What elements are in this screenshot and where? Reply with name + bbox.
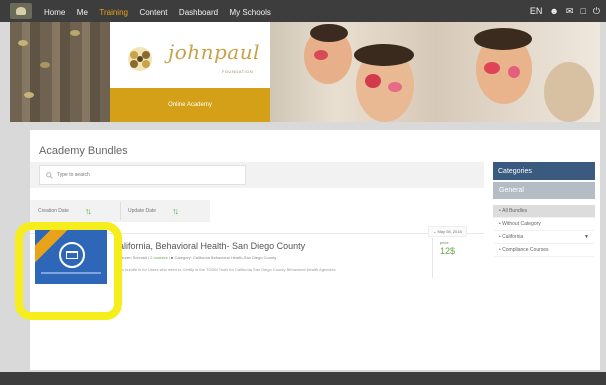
color-powder [365,74,381,88]
price-divider [432,238,433,278]
sort-creation-label: Creation Date [38,208,69,214]
nav-my-schools[interactable]: My Schools [230,8,271,17]
main-menu: Home Me Training Content Dashboard My Sc… [44,2,278,20]
children-photo [270,22,600,122]
online-academy-label: Online Academy [110,88,270,122]
search-box[interactable] [39,165,246,185]
category-label: Compliance Courses [502,247,549,253]
color-powder [314,50,328,60]
color-powder [484,62,500,74]
nav-training[interactable]: Training [99,8,128,17]
nav-me[interactable]: Me [77,8,88,17]
course-title[interactable]: alifornia, Behavioral Health- San Diego … [119,241,305,251]
hero-banner: johnpaul FOUNDATION Online Academy [10,22,600,122]
category-icon: ■ [170,255,174,260]
background-figure [544,62,594,122]
mail-icon[interactable]: ✉ [566,6,574,17]
child-hair [354,44,414,66]
nav-content[interactable]: Content [139,8,167,17]
top-nav: Home Me Training Content Dashboard My Sc… [0,0,606,22]
category-compliance-courses[interactable]: • Compliance Courses [493,244,595,257]
page-footer [0,372,606,385]
chat-icon[interactable]: □ [580,6,585,16]
foundation-wordmark: johnpaul [168,40,261,64]
course-count[interactable]: 2 courses [150,255,167,260]
course-date-text: May 08, 2018 [437,229,462,234]
category-california[interactable]: • California ▼ [493,231,595,244]
caret-down-icon[interactable]: ▼ [584,234,589,240]
category-label: All Bundles [502,208,528,214]
child-hair [474,28,532,50]
leaf-decoration [24,92,34,98]
sort-arrows-icon[interactable]: ↑↓ [172,206,179,216]
foundation-logo-card: johnpaul FOUNDATION Online Academy [110,22,270,122]
color-powder [388,82,402,92]
users-icon[interactable]: ☻ [549,6,558,16]
category-label: California [502,234,524,240]
course-description: s bundle is for Users who need to Certif… [122,267,337,272]
sort-arrows-icon[interactable]: ↑↓ [85,206,92,216]
course-meta: Lauren Schmidt | 2 courses | ■ Category:… [119,255,277,260]
categories-header: Categories [493,162,595,180]
category-without-category[interactable]: • Without Category [493,218,595,231]
course-date: ⌄ May 08, 2018 [428,226,467,237]
highlight-annotation [15,222,122,320]
course-category: Category: California Behavioral Health-S… [174,255,277,260]
category-label: Without Category [502,221,541,227]
sort-update-date[interactable]: Update Date ↑↓ [120,206,210,216]
leaf-decoration [40,62,50,68]
power-icon[interactable]: ⏻ [593,6,600,17]
color-powder [508,66,520,78]
search-input[interactable] [57,172,237,178]
sort-update-label: Update Date [128,208,157,214]
page-title: Academy Bundles [39,145,128,157]
sort-creation-date[interactable]: Creation Date ↑↓ [30,206,120,216]
category-all-bundles[interactable]: • All Bundles [493,205,595,218]
leaf-decoration [18,40,28,46]
course-author[interactable]: Lauren Schmidt [119,255,147,260]
logo-mark [16,7,26,15]
language-selector[interactable]: EN [530,6,543,16]
child-hair [310,24,348,42]
search-icon [46,171,53,179]
nav-dashboard[interactable]: Dashboard [179,8,218,17]
nav-home[interactable]: Home [44,8,65,17]
wood-background [10,22,110,122]
sort-divider [120,202,121,220]
category-list: • All Bundles • Without Category • Calif… [493,205,595,257]
site-logo[interactable] [10,3,32,19]
leaf-decoration [70,30,80,36]
foundation-emblem-icon [128,47,152,71]
category-general[interactable]: General [493,182,595,199]
foundation-subtitle: FOUNDATION [222,69,254,74]
price-label: price [440,240,449,245]
header-tools: EN ☻ ✉ □ ⏻ [530,0,600,22]
price-value: 12$ [440,246,456,256]
